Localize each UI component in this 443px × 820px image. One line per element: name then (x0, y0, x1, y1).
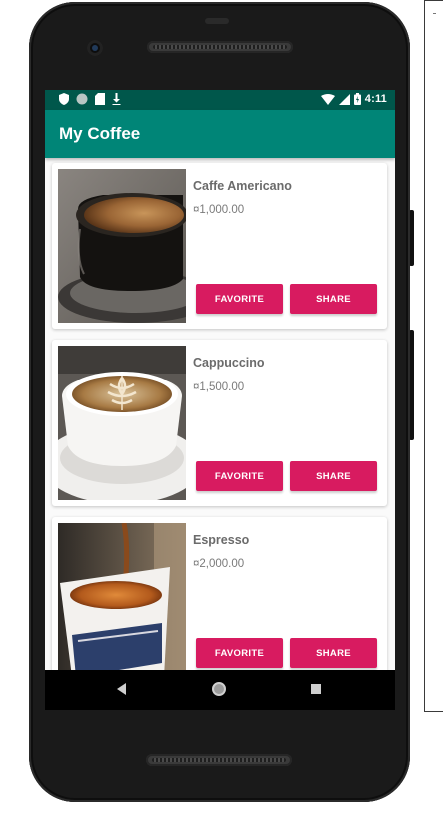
coffee-name: Cappuccino (193, 356, 265, 370)
status-bar: 4:11 (45, 90, 395, 110)
sd-card-icon (95, 93, 105, 105)
status-right-icons: 4:11 (320, 93, 387, 105)
coffee-name: Espresso (193, 533, 250, 547)
shield-icon (59, 93, 69, 105)
coffee-price: ¤2,000.00 (193, 558, 245, 570)
share-button[interactable]: SHARE (290, 638, 377, 668)
share-button[interactable]: SHARE (290, 461, 377, 491)
app-bar: My Coffee (45, 110, 395, 158)
side-panel (424, 0, 443, 712)
app-title: My Coffee (59, 124, 141, 143)
coffee-card[interactable]: Espresso ¤2,000.00 FAVORITE SHARE (52, 517, 387, 670)
circle-icon (76, 93, 88, 105)
phone-screen: 4:11 My Coffee Caffe Americano ¤1,000.00… (45, 90, 395, 710)
wifi-icon (320, 93, 335, 105)
download-icon (112, 93, 121, 105)
navigation-bar (45, 670, 395, 710)
coffee-card[interactable]: Caffe Americano ¤1,000.00 FAVORITE SHARE (52, 163, 387, 329)
side-panel-tick (433, 13, 436, 14)
top-microphone (205, 18, 229, 24)
favorite-button[interactable]: FAVORITE (196, 638, 283, 668)
coffee-price: ¤1,500.00 (193, 381, 245, 393)
coffee-name: Caffe Americano (193, 179, 292, 193)
coffee-image-americano (58, 169, 186, 323)
coffee-list[interactable]: Caffe Americano ¤1,000.00 FAVORITE SHARE (45, 158, 395, 670)
signal-icon (338, 93, 350, 105)
status-time: 4:11 (364, 93, 387, 105)
recents-icon[interactable] (311, 684, 321, 694)
share-button[interactable]: SHARE (290, 284, 377, 314)
status-left-icons (59, 93, 121, 105)
bottom-speaker (146, 754, 292, 766)
home-icon[interactable] (212, 682, 226, 696)
favorite-button[interactable]: FAVORITE (196, 284, 283, 314)
coffee-card[interactable]: Cappuccino ¤1,500.00 FAVORITE SHARE (52, 340, 387, 506)
battery-icon (353, 93, 361, 105)
coffee-image-cappuccino (58, 346, 186, 500)
favorite-button[interactable]: FAVORITE (196, 461, 283, 491)
coffee-image-espresso (58, 523, 186, 670)
earpiece-speaker (147, 41, 293, 53)
coffee-price: ¤1,000.00 (193, 204, 245, 216)
back-icon[interactable] (117, 683, 126, 695)
front-camera (87, 40, 103, 56)
